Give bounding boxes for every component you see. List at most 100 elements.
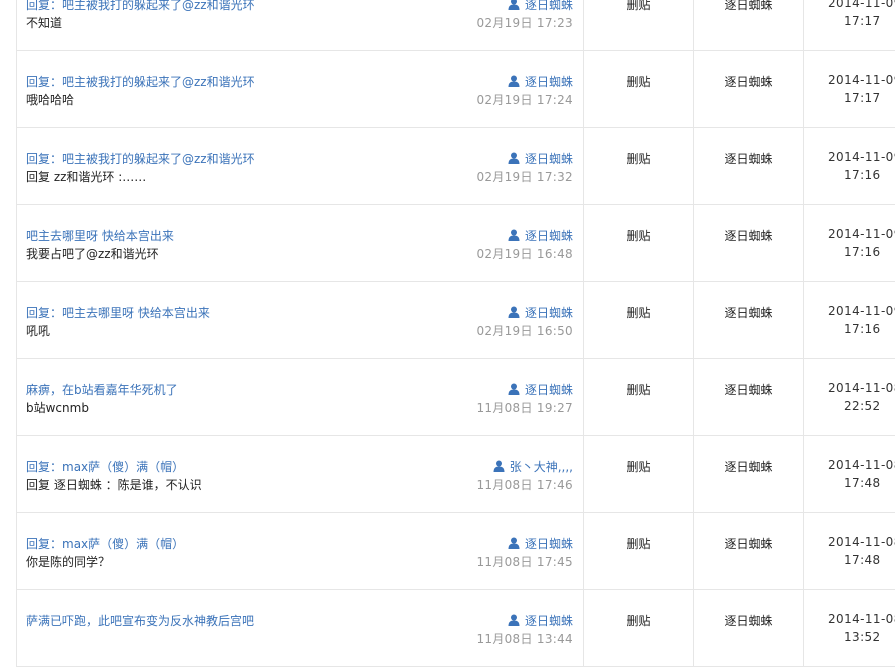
post-date: 11月08日 17:45 [476,555,573,569]
post-cell: 回复：吧主去哪里呀 快给本宫出来 吼吼 逐日蜘蛛 02月19日 16:50 [17,282,584,358]
operation-cell: 删贴 [584,436,694,512]
user-icon [508,306,520,318]
post-title-link[interactable]: 吧主去哪里呀 快给本宫出来 [26,227,174,244]
table-row: 回复：吧主去哪里呀 快给本宫出来 吼吼 逐日蜘蛛 02月19日 16:50 删贴… [17,282,895,359]
post-author-link[interactable]: 张丶大神,,,, [493,458,573,475]
operation-date: 2014-11-08 [828,458,895,472]
post-cell: 麻痹，在b站看嘉年华死机了 b站wcnmb 逐日蜘蛛 11月08日 19:27 [17,359,584,435]
operation-date: 2014-11-08 [828,612,895,626]
post-author-link[interactable]: 逐日蜘蛛 [508,73,573,90]
operation-cell: 删贴 [584,205,694,281]
operation-label: 删贴 [626,460,651,474]
post-date: 02月19日 17:23 [476,16,573,30]
operation-clock: 17:16 [844,168,881,182]
post-author-link[interactable]: 逐日蜘蛛 [508,304,573,321]
operation-date: 2014-11-08 [828,535,895,549]
post-title-link[interactable]: 回复：max萨（傻）满（帽） [26,535,184,552]
operation-label: 删贴 [626,0,651,12]
operation-cell: 删贴 [584,590,694,666]
post-date: 02月19日 17:32 [476,170,573,184]
operator-name: 逐日蜘蛛 [724,614,773,628]
table-row: 萨满已吓跑，此吧宣布变为反水神教后宫吧 逐日蜘蛛 11月08日 13:44 删贴… [17,590,895,667]
operator-cell: 逐日蜘蛛 [694,128,804,204]
operator-cell: 逐日蜘蛛 [694,513,804,589]
operator-cell: 逐日蜘蛛 [694,436,804,512]
post-cell: 回复：吧主被我打的躲起来了@zz和谐光环 哦哈哈哈 逐日蜘蛛 02月19日 17… [17,51,584,127]
post-content: 回复 逐日蜘蛛 ：陈是谁，不认识 [26,478,202,492]
operator-name: 逐日蜘蛛 [724,306,773,320]
operation-time-cell: 2014-11-08 22:52 [804,359,895,435]
post-title-link[interactable]: 回复：吧主被我打的躲起来了@zz和谐光环 [26,150,255,167]
operation-label: 删贴 [626,306,651,320]
post-title-link[interactable]: 回复：吧主被我打的躲起来了@zz和谐光环 [26,73,255,90]
operator-name: 逐日蜘蛛 [724,383,773,397]
user-icon [508,383,520,395]
table-row: 回复：吧主被我打的躲起来了@zz和谐光环 回复 zz和谐光环 :…… 逐日蜘蛛 … [17,128,895,205]
operator-name: 逐日蜘蛛 [724,0,773,12]
post-content: 哦哈哈哈 [26,93,75,107]
operation-label: 删贴 [626,152,651,166]
operator-name: 逐日蜘蛛 [724,152,773,166]
operation-date: 2014-11-09 [828,150,895,164]
post-author-name: 逐日蜘蛛 [524,0,573,12]
post-author-name: 张丶大神,,,, [509,460,573,474]
post-author-link[interactable]: 逐日蜘蛛 [508,227,573,244]
operation-time-cell: 2014-11-09 17:17 [804,51,895,127]
operation-time-cell: 2014-11-09 17:16 [804,205,895,281]
operation-label: 删贴 [626,75,651,89]
operation-clock: 22:52 [844,399,881,413]
operation-cell: 删贴 [584,128,694,204]
operator-cell: 逐日蜘蛛 [694,282,804,358]
post-author-link[interactable]: 逐日蜘蛛 [508,612,573,629]
table-row: 回复：max萨（傻）满（帽） 回复 逐日蜘蛛 ：陈是谁，不认识 张丶大神,,,,… [17,436,895,513]
operation-date: 2014-11-09 [828,0,895,10]
operation-time-cell: 2014-11-09 17:16 [804,128,895,204]
operation-clock: 17:16 [844,245,881,259]
operator-name: 逐日蜘蛛 [724,460,773,474]
operation-time-cell: 2014-11-08 17:48 [804,513,895,589]
operation-date: 2014-11-09 [828,227,895,241]
operation-time-cell: 2014-11-09 17:17 [804,0,895,50]
post-content: 你是陈的同学？ [26,555,111,569]
post-date: 11月08日 17:46 [476,478,573,492]
post-cell: 吧主去哪里呀 快给本宫出来 我要占吧了@zz和谐光环 逐日蜘蛛 02月19日 1… [17,205,584,281]
operator-cell: 逐日蜘蛛 [694,359,804,435]
post-author-name: 逐日蜘蛛 [524,383,573,397]
post-title-link[interactable]: 萨满已吓跑，此吧宣布变为反水神教后宫吧 [26,612,254,629]
post-author-link[interactable]: 逐日蜘蛛 [508,535,573,552]
operation-cell: 删贴 [584,513,694,589]
post-content: 不知道 [26,16,63,30]
post-title-link[interactable]: 回复：max萨（傻）满（帽） [26,458,184,475]
operation-label: 删贴 [626,383,651,397]
post-content: 我要占吧了@zz和谐光环 [26,247,159,261]
user-icon [508,0,520,10]
post-title-link[interactable]: 麻痹，在b站看嘉年华死机了 [26,381,178,398]
post-author-name: 逐日蜘蛛 [524,306,573,320]
operation-clock: 17:48 [844,553,881,567]
post-author-name: 逐日蜘蛛 [524,152,573,166]
post-author-name: 逐日蜘蛛 [524,229,573,243]
operator-cell: 逐日蜘蛛 [694,205,804,281]
user-icon [508,229,520,241]
post-title-link[interactable]: 回复：吧主被我打的躲起来了@zz和谐光环 [26,0,255,13]
post-date: 02月19日 16:50 [476,324,573,338]
post-cell: 回复：max萨（傻）满（帽） 你是陈的同学？ 逐日蜘蛛 11月08日 17:45 [17,513,584,589]
operator-name: 逐日蜘蛛 [724,229,773,243]
operation-clock: 13:52 [844,630,881,644]
operation-label: 删贴 [626,614,651,628]
post-author-link[interactable]: 逐日蜘蛛 [508,381,573,398]
user-icon [508,152,520,164]
user-icon [493,460,505,472]
table-row: 回复：max萨（傻）满（帽） 你是陈的同学？ 逐日蜘蛛 11月08日 17:45… [17,513,895,590]
operation-time-cell: 2014-11-09 17:16 [804,282,895,358]
post-date: 11月08日 13:44 [476,632,573,646]
table-row: 麻痹，在b站看嘉年华死机了 b站wcnmb 逐日蜘蛛 11月08日 19:27 … [17,359,895,436]
operator-name: 逐日蜘蛛 [724,537,773,551]
deleted-posts-table: 回复：吧主被我打的躲起来了@zz和谐光环 不知道 逐日蜘蛛 02月19日 17:… [16,0,895,667]
post-author-link[interactable]: 逐日蜘蛛 [508,0,573,13]
post-date: 02月19日 17:24 [476,93,573,107]
operation-time-cell: 2014-11-08 13:52 [804,590,895,666]
operation-label: 删贴 [626,229,651,243]
post-author-link[interactable]: 逐日蜘蛛 [508,150,573,167]
post-title-link[interactable]: 回复：吧主去哪里呀 快给本宫出来 [26,304,210,321]
